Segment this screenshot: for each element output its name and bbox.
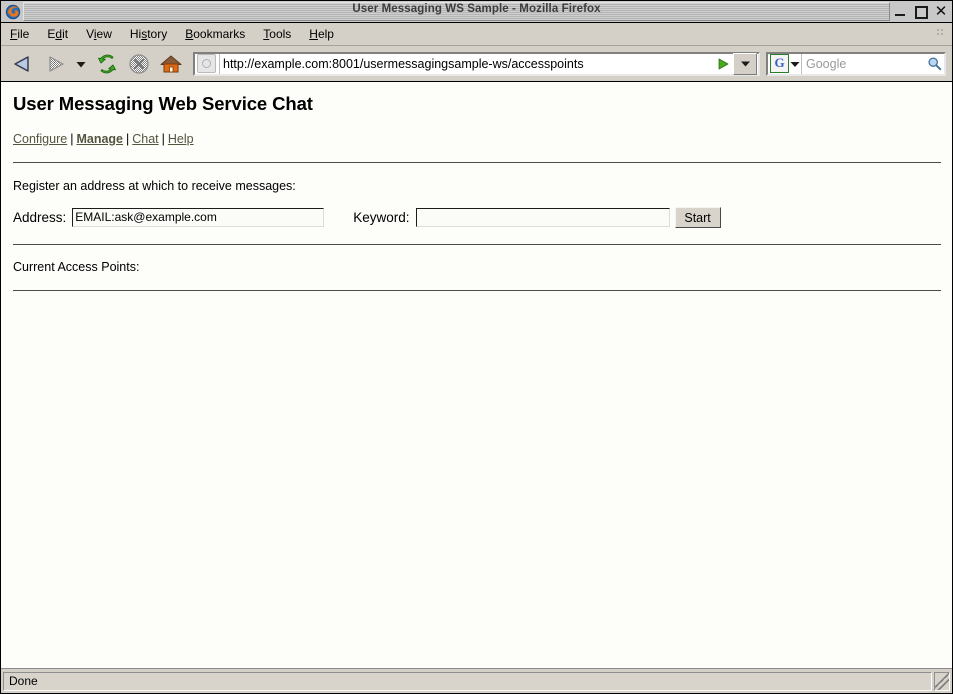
maximize-icon[interactable] xyxy=(914,5,928,19)
history-dropdown-button[interactable] xyxy=(71,49,91,79)
go-button[interactable] xyxy=(713,54,733,74)
register-instruction: Register an address at which to receive … xyxy=(13,179,296,193)
nav-link-configure[interactable]: Configure xyxy=(13,132,67,146)
menu-item-history[interactable]: History xyxy=(130,25,176,43)
navigation-toolbar: http://example.com:8001/usermessagingsam… xyxy=(1,46,952,82)
nav-link-chat[interactable]: Chat xyxy=(132,132,158,146)
forward-button xyxy=(39,49,71,79)
search-bar[interactable]: G Google xyxy=(766,51,946,76)
divider-top xyxy=(13,162,941,163)
search-submit-button[interactable] xyxy=(924,56,944,71)
menu-item-view[interactable]: View xyxy=(86,25,121,43)
search-input[interactable]: Google xyxy=(801,53,924,74)
divider-bottom xyxy=(13,290,941,291)
access-points-label: Current Access Points: xyxy=(13,260,140,274)
resize-grip-icon[interactable] xyxy=(934,671,950,691)
start-button[interactable]: Start xyxy=(674,207,721,228)
menu-bar-grip xyxy=(936,28,947,39)
minimize-icon[interactable] xyxy=(894,5,907,18)
menu-bar: File Edit View History Bookmarks Tools H… xyxy=(1,23,952,46)
browser-window: User Messaging WS Sample - Mozilla Firef… xyxy=(0,0,953,694)
url-input[interactable]: http://example.com:8001/usermessagingsam… xyxy=(219,53,713,74)
back-button[interactable] xyxy=(7,49,39,79)
go-arrow-icon xyxy=(718,58,729,69)
google-logo-icon[interactable]: G xyxy=(770,54,789,73)
nav-separator: | xyxy=(161,132,165,146)
registration-form: Address: EMAIL:ask@example.com Keyword: … xyxy=(13,207,940,228)
menu-item-file[interactable]: File xyxy=(10,25,38,43)
stop-icon xyxy=(129,53,149,74)
url-dropdown-button[interactable] xyxy=(733,52,757,75)
chevron-down-icon xyxy=(76,61,86,67)
firefox-logo-icon xyxy=(5,4,21,19)
nav-separator: | xyxy=(126,132,130,146)
search-engine-dropdown-button[interactable] xyxy=(789,60,801,68)
page-content: User Messaging Web Service Chat Configur… xyxy=(1,82,952,669)
forward-arrow-icon xyxy=(49,55,64,72)
menu-item-bookmarks[interactable]: Bookmarks xyxy=(185,25,254,43)
reload-button[interactable] xyxy=(91,49,123,79)
keyword-label: Keyword: xyxy=(353,210,410,225)
address-input[interactable]: EMAIL:ask@example.com xyxy=(72,208,325,227)
page-nav-links: Configure | Manage | Chat | Help xyxy=(13,132,940,146)
address-label: Address: xyxy=(13,210,67,225)
reload-icon xyxy=(98,54,116,73)
chevron-down-icon xyxy=(790,61,800,67)
back-arrow-icon xyxy=(14,55,29,72)
status-text: Done xyxy=(3,671,932,691)
divider-middle xyxy=(13,244,941,245)
page-title: User Messaging Web Service Chat xyxy=(13,93,313,114)
menu-item-tools[interactable]: Tools xyxy=(263,25,300,43)
nav-link-help[interactable]: Help xyxy=(168,132,194,146)
close-icon[interactable]: ✕ xyxy=(934,4,948,19)
window-controls: ✕ xyxy=(894,1,948,22)
home-button[interactable] xyxy=(155,49,187,79)
page-favicon-icon xyxy=(197,54,216,73)
menu-item-edit[interactable]: Edit xyxy=(47,25,77,43)
title-bar-texture xyxy=(23,2,890,21)
keyword-input[interactable] xyxy=(415,208,670,227)
title-bar[interactable]: User Messaging WS Sample - Mozilla Firef… xyxy=(1,1,952,23)
magnifier-icon xyxy=(927,57,941,71)
stop-button xyxy=(123,49,155,79)
status-bar: Done xyxy=(1,669,952,693)
menu-item-help[interactable]: Help xyxy=(309,25,343,43)
url-bar[interactable]: http://example.com:8001/usermessagingsam… xyxy=(193,51,760,76)
home-icon xyxy=(160,55,182,72)
chevron-down-icon xyxy=(740,61,750,67)
nav-link-manage[interactable]: Manage xyxy=(76,132,123,146)
